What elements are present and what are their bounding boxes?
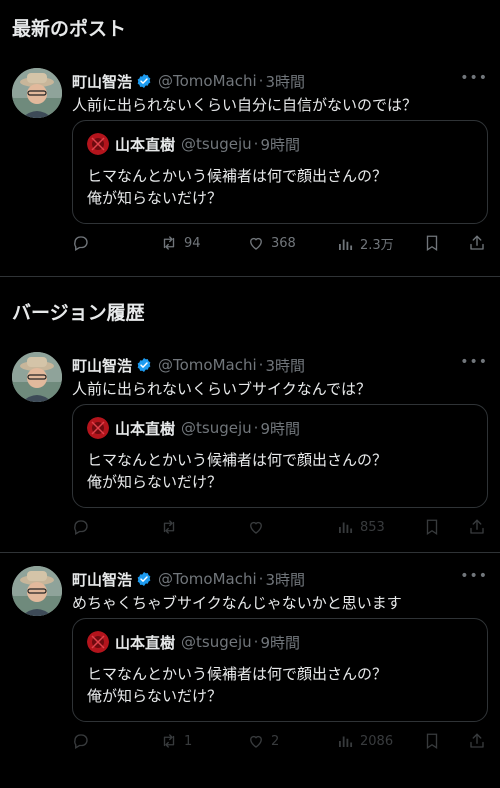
post-time[interactable]: 3時間 [265,569,305,590]
repost-icon [163,236,175,250]
author-avatar[interactable] [12,68,62,118]
quoted-time: 9時間 [260,135,300,154]
views-button[interactable]: 853 [336,518,385,536]
version-history-title: バージョン履歴 [12,302,145,324]
bookmark-button[interactable] [423,518,441,536]
post-actions: 853 [72,518,492,538]
quoted-time: 9時間 [260,419,300,438]
post-time[interactable]: 3時間 [265,71,305,92]
quoted-author-avatar [87,417,109,439]
repost-button[interactable]: 94 [160,234,201,252]
repost-icon [163,734,175,748]
quoted-post[interactable]: 山本直樹 @tsugeju · 9時間 ヒマなんとかいう候補者は何で顔出さんの？… [72,618,488,722]
latest-posts-title: 最新のポスト [12,18,127,40]
reply-button[interactable] [72,234,96,252]
section-divider [0,276,500,277]
author-name[interactable]: 町山智浩 [72,71,132,92]
repost-button[interactable]: 1 [160,732,192,750]
repost-count: 94 [184,235,201,251]
more-icon[interactable]: ••• [460,354,488,370]
quoted-text-line: ヒマなんとかいう候補者は何で顔出さんの？ [87,451,388,469]
quoted-text-line: ヒマなんとかいう候補者は何で顔出さんの？ [87,167,388,185]
verified-badge-icon [137,74,151,88]
repost-count: 1 [184,733,193,749]
more-icon[interactable]: ••• [460,70,488,86]
author-name[interactable]: 町山智浩 [72,569,132,590]
quoted-author-avatar [87,631,109,653]
views-count: 853 [360,519,385,535]
like-icon [250,237,262,250]
author-avatar[interactable] [12,352,62,402]
share-button[interactable] [468,732,486,750]
quoted-author-name: 山本直樹 [115,135,176,154]
author-name[interactable]: 町山智浩 [72,355,132,376]
views-icon [339,736,353,747]
post-actions: 94 368 2.3万 [72,234,492,254]
views-icon [339,239,353,250]
reply-button[interactable] [72,732,96,750]
post-latest[interactable]: 町山智浩 @TomoMachi · 3時間 ••• 人前に出られないくらい自分に… [0,68,500,268]
repost-icon [163,520,175,534]
quoted-author-name: 山本直樹 [115,419,176,438]
like-icon [250,735,262,748]
verified-badge-icon [137,572,151,586]
bookmark-icon [426,235,438,252]
views-count: 2086 [360,733,394,749]
quoted-author-handle: @tsugeju [181,633,252,651]
bookmark-button[interactable] [423,234,441,252]
share-icon [470,235,484,250]
author-handle[interactable]: @TomoMachi [158,72,257,90]
bookmark-icon [426,733,438,750]
quoted-author-handle: @tsugeju [181,135,252,153]
quoted-text-line: 俺が知らないだけ？ [87,473,223,491]
author-handle[interactable]: @TomoMachi [158,570,257,588]
post-text: 人前に出られないくらいブサイクなんでは？ [72,380,371,398]
post-time[interactable]: 3時間 [265,355,305,376]
quoted-author-name: 山本直樹 [115,633,176,652]
like-button[interactable]: 368 [247,234,296,252]
share-icon [470,519,484,534]
like-count: 2 [271,733,280,749]
quoted-text-line: 俺が知らないだけ？ [87,687,223,705]
post-actions: 1 2 2086 [72,732,492,752]
like-count: 368 [271,235,296,251]
bookmark-icon [426,519,438,536]
views-button[interactable]: 2.3万 [336,234,394,253]
quoted-text-line: 俺が知らないだけ？ [87,189,223,207]
post-text: めちゃくちゃブサイクなんじゃないかと思います [72,594,402,612]
author-handle[interactable]: @TomoMachi [158,356,257,374]
post-version-2[interactable]: 町山智浩 @TomoMachi · 3時間 ••• めちゃくちゃブサイクなんじゃ… [0,566,500,766]
reply-button[interactable] [72,518,96,536]
like-button[interactable] [247,518,271,536]
repost-button[interactable] [160,518,184,536]
views-count: 2.3万 [360,238,394,253]
post-divider [0,552,500,553]
quoted-author-avatar [87,133,109,155]
like-button[interactable]: 2 [247,732,279,750]
views-icon [339,522,353,533]
more-icon[interactable]: ••• [460,568,488,584]
verified-badge-icon [137,358,151,372]
quoted-text-line: ヒマなんとかいう候補者は何で顔出さんの？ [87,665,388,683]
share-icon [470,733,484,748]
share-button[interactable] [468,518,486,536]
share-button[interactable] [468,234,486,252]
quoted-author-handle: @tsugeju [181,419,252,437]
post-text: 人前に出られないくらい自分に自信がないのでは？ [72,96,418,114]
reply-icon [74,520,88,535]
quoted-post[interactable]: 山本直樹 @tsugeju · 9時間 ヒマなんとかいう候補者は何で顔出さんの？… [72,120,488,224]
quoted-post[interactable]: 山本直樹 @tsugeju · 9時間 ヒマなんとかいう候補者は何で顔出さんの？… [72,404,488,508]
author-avatar[interactable] [12,566,62,616]
bookmark-button[interactable] [423,732,441,750]
like-icon [250,521,262,534]
post-version-1[interactable]: 町山智浩 @TomoMachi · 3時間 ••• 人前に出られないくらいブサイ… [0,352,500,542]
views-button[interactable]: 2086 [336,732,393,750]
reply-icon [74,236,88,251]
reply-icon [74,734,88,749]
quoted-time: 9時間 [260,633,300,652]
